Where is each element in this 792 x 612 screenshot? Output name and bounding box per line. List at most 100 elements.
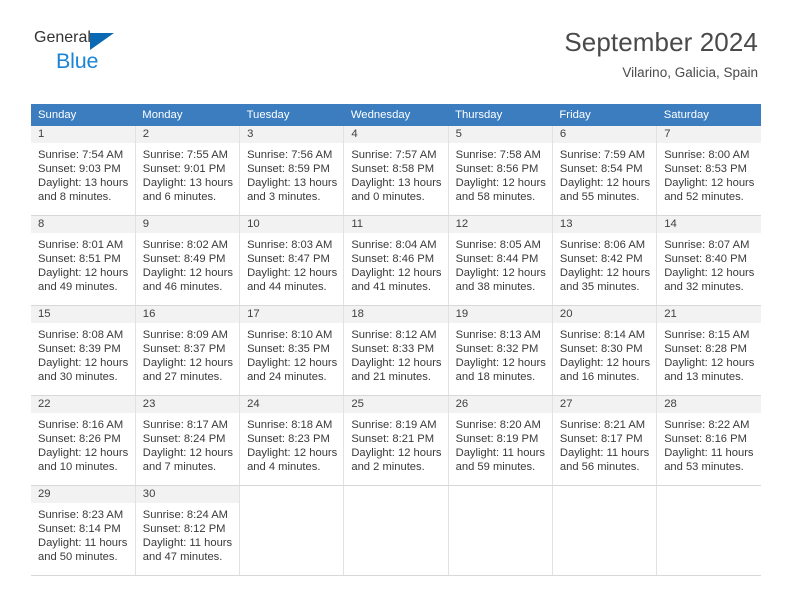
sunset-text: Sunset: 8:56 PM <box>455 163 539 176</box>
calendar-day-cell[interactable]: 5 Sunrise: 7:58 AM Sunset: 8:56 PM Daylight… <box>448 126 553 216</box>
sunrise-text: Sunrise: 8:08 AM <box>38 329 124 341</box>
day-details: Sunrise: 8:19 AM Sunset: 8:21 PM Daylight:… <box>344 414 447 474</box>
calendar-day-cell[interactable]: 30 Sunrise: 8:24 AM Sunset: 8:12 PM Dayligh… <box>135 485 241 576</box>
daylight-text-line1: Daylight: 12 hours <box>559 267 651 280</box>
calendar-day-cell[interactable]: 18 Sunrise: 8:12 AM Sunset: 8:33 PM Dayligh… <box>343 305 449 396</box>
calendar-day-cell[interactable]: 19 Sunrise: 8:13 AM Sunset: 8:32 PM Dayligh… <box>448 305 553 396</box>
day-number: 11 <box>344 216 448 234</box>
daylight-text-line1: Daylight: 12 hours <box>455 177 546 190</box>
day-details: Sunrise: 8:21 AM Sunset: 8:17 PM Daylight:… <box>553 414 656 474</box>
weekday-header-friday: Friday <box>552 104 657 126</box>
sunrise-text: Sunrise: 8:12 AM <box>351 329 437 341</box>
calendar-day-cell[interactable]: 6 Sunrise: 7:59 AM Sunset: 8:54 PM Daylight… <box>552 126 658 216</box>
sunset-text: Sunset: 8:46 PM <box>351 253 435 266</box>
calendar-table: Sunday Monday Tuesday Wednesday Thursday… <box>31 104 761 576</box>
day-number: 7 <box>657 126 761 144</box>
day-number: 17 <box>240 306 344 324</box>
calendar-day-cell[interactable]: 17 Sunrise: 8:10 AM Sunset: 8:35 PM Dayligh… <box>239 305 345 396</box>
calendar-day-cell[interactable]: 10 Sunrise: 8:03 AM Sunset: 8:47 PM Dayligh… <box>239 215 345 306</box>
daylight-text-line1: Daylight: 12 hours <box>38 357 129 370</box>
day-details: Sunrise: 8:22 AM Sunset: 8:16 PM Daylight:… <box>657 414 761 474</box>
sunrise-text: Sunrise: 8:00 AM <box>664 149 750 161</box>
calendar-day-cell[interactable]: 8 Sunrise: 8:01 AM Sunset: 8:51 PM Daylight… <box>31 215 136 306</box>
logo-triangle-icon <box>89 33 114 50</box>
day-number: 18 <box>344 306 448 324</box>
daylight-text-line2: and 50 minutes. <box>38 551 118 564</box>
sunset-text: Sunset: 8:28 PM <box>664 343 747 356</box>
daylight-text-line1: Daylight: 13 hours <box>247 177 338 190</box>
page-header: General Blue September 2024 Vilarino, Ga… <box>0 0 792 80</box>
sunrise-text: Sunrise: 8:19 AM <box>351 419 437 431</box>
daylight-text-line2: and 27 minutes. <box>142 371 223 384</box>
calendar-day-cell[interactable]: 15 Sunrise: 8:08 AM Sunset: 8:39 PM Dayligh… <box>31 305 136 396</box>
calendar-day-cell[interactable]: 3 Sunrise: 7:56 AM Sunset: 8:59 PM Daylight… <box>239 126 345 216</box>
calendar-day-cell[interactable]: 22 Sunrise: 8:16 AM Sunset: 8:26 PM Dayligh… <box>31 395 136 486</box>
calendar-day-cell[interactable]: 14 Sunrise: 8:07 AM Sunset: 8:40 PM Dayligh… <box>656 215 761 306</box>
sunrise-text: Sunrise: 8:23 AM <box>38 509 124 521</box>
sunrise-text: Sunrise: 8:02 AM <box>142 239 228 251</box>
daylight-text-line1: Daylight: 12 hours <box>38 267 129 280</box>
sunset-text: Sunset: 8:40 PM <box>664 253 747 266</box>
day-details: Sunrise: 8:01 AM Sunset: 8:51 PM Daylight:… <box>31 234 135 294</box>
calendar-day-cell[interactable]: 23 Sunrise: 8:17 AM Sunset: 8:24 PM Dayligh… <box>135 395 241 486</box>
calendar-day-cell-empty <box>239 485 345 576</box>
calendar-day-cell-empty <box>448 485 553 576</box>
day-number: 6 <box>552 126 657 144</box>
calendar-day-cell[interactable]: 11 Sunrise: 8:04 AM Sunset: 8:46 PM Dayligh… <box>343 215 449 306</box>
sunset-text: Sunset: 8:35 PM <box>247 343 330 356</box>
calendar-day-cell[interactable]: 16 Sunrise: 8:09 AM Sunset: 8:37 PM Dayligh… <box>135 305 241 396</box>
daylight-text-line2: and 4 minutes. <box>247 461 321 474</box>
calendar-day-cell[interactable]: 12 Sunrise: 8:05 AM Sunset: 8:44 PM Dayligh… <box>448 215 553 306</box>
sunrise-text: Sunrise: 8:06 AM <box>559 239 646 251</box>
daylight-text-line2: and 18 minutes. <box>455 371 536 384</box>
logo-text-blue: Blue <box>56 49 99 73</box>
calendar-day-cell[interactable]: 20 Sunrise: 8:14 AM Sunset: 8:30 PM Dayligh… <box>552 305 658 396</box>
day-number: 15 <box>31 306 135 324</box>
day-details: Sunrise: 7:57 AM Sunset: 8:58 PM Daylight:… <box>344 144 447 204</box>
calendar-day-cell[interactable]: 27 Sunrise: 8:21 AM Sunset: 8:17 PM Dayligh… <box>552 395 658 486</box>
day-details: Sunrise: 8:13 AM Sunset: 8:32 PM Daylight:… <box>449 324 552 384</box>
day-number: 9 <box>135 216 240 234</box>
calendar-day-cell[interactable]: 26 Sunrise: 8:20 AM Sunset: 8:19 PM Dayligh… <box>448 395 553 486</box>
day-details: Sunrise: 7:56 AM Sunset: 8:59 PM Daylight:… <box>240 144 343 204</box>
calendar-day-cell[interactable]: 13 Sunrise: 8:06 AM Sunset: 8:42 PM Dayligh… <box>552 215 658 306</box>
calendar-day-cell[interactable]: 24 Sunrise: 8:18 AM Sunset: 8:23 PM Dayligh… <box>239 395 345 486</box>
daylight-text-line1: Daylight: 12 hours <box>38 447 129 460</box>
daylight-text-line1: Daylight: 12 hours <box>559 177 651 190</box>
daylight-text-line1: Daylight: 12 hours <box>351 357 442 370</box>
calendar-week-row: 29 Sunrise: 8:23 AM Sunset: 8:14 PM Dayligh… <box>31 485 761 576</box>
daylight-text-line2: and 3 minutes. <box>247 191 321 204</box>
sunset-text: Sunset: 8:39 PM <box>38 343 121 356</box>
day-number: 3 <box>240 126 344 144</box>
day-number: 27 <box>552 396 657 414</box>
day-details: Sunrise: 7:59 AM Sunset: 8:54 PM Daylight:… <box>553 144 656 204</box>
sunset-text: Sunset: 8:24 PM <box>142 433 226 446</box>
sunset-text: Sunset: 8:42 PM <box>559 253 643 266</box>
calendar-day-cell[interactable]: 4 Sunrise: 7:57 AM Sunset: 8:58 PM Daylight… <box>343 126 449 216</box>
daylight-text-line1: Daylight: 11 hours <box>559 447 650 460</box>
calendar-day-cell[interactable]: 9 Sunrise: 8:02 AM Sunset: 8:49 PM Daylight… <box>135 215 241 306</box>
calendar-day-cell[interactable]: 21 Sunrise: 8:15 AM Sunset: 8:28 PM Dayligh… <box>656 305 761 396</box>
daylight-text-line1: Daylight: 13 hours <box>38 177 129 190</box>
calendar-day-cell[interactable]: 2 Sunrise: 7:55 AM Sunset: 9:01 PM Daylight… <box>135 126 241 216</box>
calendar-day-cell[interactable]: 1 Sunrise: 7:54 AM Sunset: 9:03 PM Daylight… <box>31 126 136 216</box>
sunset-text: Sunset: 8:32 PM <box>455 343 539 356</box>
sunset-text: Sunset: 9:01 PM <box>142 163 226 176</box>
calendar-day-cell[interactable]: 7 Sunrise: 8:00 AM Sunset: 8:53 PM Daylight… <box>656 126 761 216</box>
daylight-text-line2: and 52 minutes. <box>664 191 744 204</box>
calendar-day-cell[interactable]: 28 Sunrise: 8:22 AM Sunset: 8:16 PM Dayligh… <box>656 395 761 486</box>
sunrise-text: Sunrise: 8:10 AM <box>247 329 333 341</box>
sunset-text: Sunset: 8:54 PM <box>559 163 643 176</box>
daylight-text-line1: Daylight: 12 hours <box>351 447 442 460</box>
calendar-day-cell[interactable]: 29 Sunrise: 8:23 AM Sunset: 8:14 PM Dayligh… <box>31 485 136 576</box>
day-details: Sunrise: 8:23 AM Sunset: 8:14 PM Daylight:… <box>31 504 135 564</box>
day-details: Sunrise: 8:24 AM Sunset: 8:12 PM Daylight:… <box>136 504 239 564</box>
daylight-text-line1: Daylight: 11 hours <box>664 447 754 460</box>
daylight-text-line1: Daylight: 12 hours <box>664 267 755 280</box>
day-number <box>657 486 761 503</box>
daylight-text-line2: and 46 minutes. <box>142 281 223 294</box>
day-details: Sunrise: 8:14 AM Sunset: 8:30 PM Daylight:… <box>553 324 656 384</box>
calendar-day-cell[interactable]: 25 Sunrise: 8:19 AM Sunset: 8:21 PM Dayligh… <box>343 395 449 486</box>
generalblue-logo[interactable]: General Blue <box>34 30 154 82</box>
sunrise-text: Sunrise: 8:07 AM <box>664 239 750 251</box>
